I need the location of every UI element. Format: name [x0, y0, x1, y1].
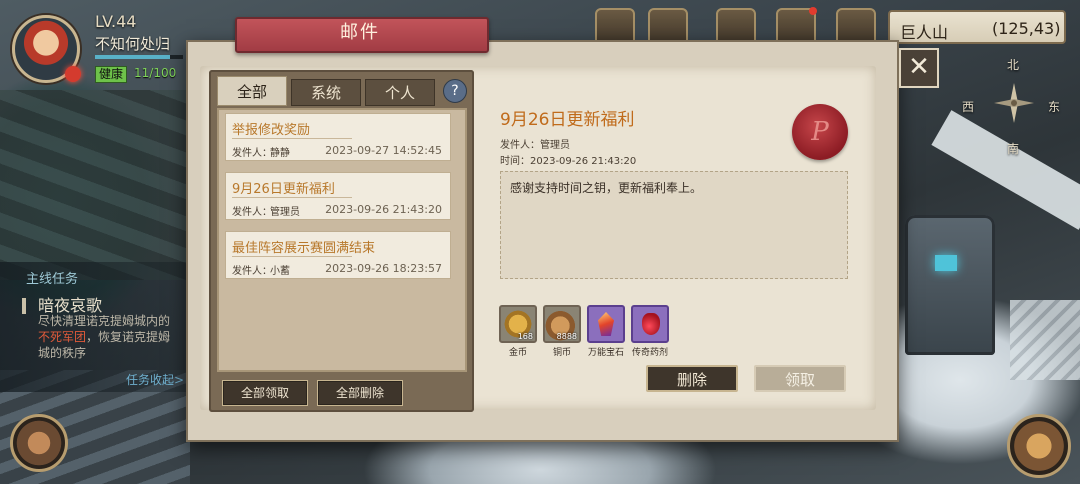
mail-subject: 9月26日更新福利 — [232, 182, 335, 197]
gold-coin-icon[interactable]: 168 — [499, 305, 537, 343]
reward-count: 8888 — [556, 332, 577, 341]
claim-button[interactable]: 领取 — [754, 365, 846, 392]
mail-sender-label: 发件人： — [232, 207, 272, 218]
mail-date: 2023-09-27 14:52:45 — [325, 144, 442, 157]
player-name: 不知何处归 — [95, 35, 171, 53]
mail-detail-time-row: 时间：2023-09-26 21:43:20 — [500, 152, 636, 167]
hero-menu-button[interactable] — [10, 414, 68, 472]
mail-detail-sender-row: 发件人：管理员 — [500, 136, 570, 151]
building-tower[interactable] — [905, 215, 995, 355]
notification-dot — [65, 66, 81, 82]
gem-icon[interactable] — [587, 305, 625, 343]
tab-system[interactable]: 系统 — [291, 79, 361, 106]
mail-item[interactable]: 举报修改奖励 发件人： 静静 2023-09-27 14:52:45 — [225, 113, 451, 161]
mail-detail-sender: 管理员 — [540, 140, 570, 151]
xp-bar-fill — [95, 55, 170, 59]
mail-item-selected[interactable]: 9月26日更新福利 发件人： 管理员 2023-09-26 21:43:20 — [225, 172, 451, 220]
player-level: LV.44 — [95, 12, 137, 31]
mail-sender-label: 发件人： — [232, 148, 272, 159]
divider — [232, 256, 352, 257]
reward-name: 万能宝石 — [587, 348, 624, 358]
compass-west: 西 — [962, 100, 975, 114]
tab-personal[interactable]: 个人 — [365, 79, 435, 106]
mail-detail-time: 2023-09-26 21:43:20 — [530, 156, 637, 167]
delete-all-button[interactable]: 全部删除 — [317, 380, 403, 406]
quest-desc-line2: 不死军团，恢复诺克提姆 — [38, 329, 188, 345]
reward-name: 金币 — [508, 348, 527, 358]
quest-description: 尽快清理诺克提姆城内的 不死军团，恢复诺克提姆 城的秩序 — [38, 313, 188, 361]
location-name: 巨人山 — [900, 23, 949, 42]
mail-subject: 举报修改奖励 — [232, 123, 311, 138]
divider — [232, 138, 352, 139]
quest-marker — [22, 298, 26, 314]
sender-label: 发件人： — [500, 140, 540, 151]
mail-sender: 静静 — [270, 148, 290, 159]
location-coords: (125,43) — [992, 19, 1061, 38]
potion-icon[interactable] — [631, 305, 669, 343]
mail-item[interactable]: 最佳阵容展示赛圆满结束 发件人： 小蓄 2023-09-26 18:23:57 — [225, 231, 451, 279]
quest-desc-line1: 尽快清理诺克提姆城内的 — [38, 314, 171, 328]
player-xp-bar — [95, 55, 183, 59]
quest-desc-line2-rest: ，恢复诺克提姆 — [86, 330, 171, 344]
player-avatar[interactable] — [12, 15, 81, 83]
close-icon: ✕ — [908, 52, 930, 82]
mail-detail-title: 9月26日更新福利 — [500, 110, 635, 130]
city-button[interactable] — [1007, 414, 1071, 478]
reward-name: 铜币 — [552, 348, 571, 358]
terrain-forest — [0, 90, 190, 280]
delete-button[interactable]: 删除 — [646, 365, 738, 392]
reward-count: 168 — [517, 332, 533, 341]
dialog-title: 邮件 — [340, 22, 380, 43]
compass: 北 西 东 南 — [962, 56, 1072, 156]
reward-name: 传奇药剂 — [631, 348, 668, 358]
quest-desc-line3: 城的秩序 — [38, 346, 87, 360]
wax-seal-icon: P — [792, 104, 848, 160]
compass-north: 北 — [1007, 58, 1020, 72]
compass-rose-icon — [994, 83, 1034, 123]
quest-collapse-link[interactable]: 任务收起> — [126, 371, 184, 388]
compass-east: 东 — [1048, 100, 1061, 114]
stone-stairs — [1010, 300, 1080, 380]
mail-sender: 小蓄 — [270, 266, 290, 277]
close-button[interactable]: ✕ — [899, 48, 939, 88]
health-value: 11/100 — [134, 66, 177, 80]
mail-sender-label: 发件人： — [232, 266, 272, 277]
compass-south: 南 — [1007, 142, 1020, 156]
claim-all-button[interactable]: 全部领取 — [222, 380, 308, 406]
mail-date: 2023-09-26 18:23:57 — [325, 262, 442, 275]
quest-target: 不死军团 — [38, 330, 87, 344]
copper-coin-icon[interactable]: 8888 — [543, 305, 581, 343]
wax-seal-letter: P — [811, 117, 829, 147]
mail-date: 2023-09-26 21:43:20 — [325, 203, 442, 216]
quest-header: 主线任务 — [26, 272, 79, 287]
tab-all[interactable]: 全部 — [217, 76, 287, 106]
mail-body-text: 感谢支持时间之钥，更新福利奉上。 — [510, 181, 703, 195]
mail-sender: 管理员 — [270, 207, 300, 218]
help-button[interactable]: ? — [443, 79, 467, 103]
divider — [232, 197, 352, 198]
time-label: 时间： — [500, 156, 530, 167]
mail-subject: 最佳阵容展示赛圆满结束 — [232, 241, 376, 256]
health-status-badge: 健康 — [95, 66, 128, 83]
